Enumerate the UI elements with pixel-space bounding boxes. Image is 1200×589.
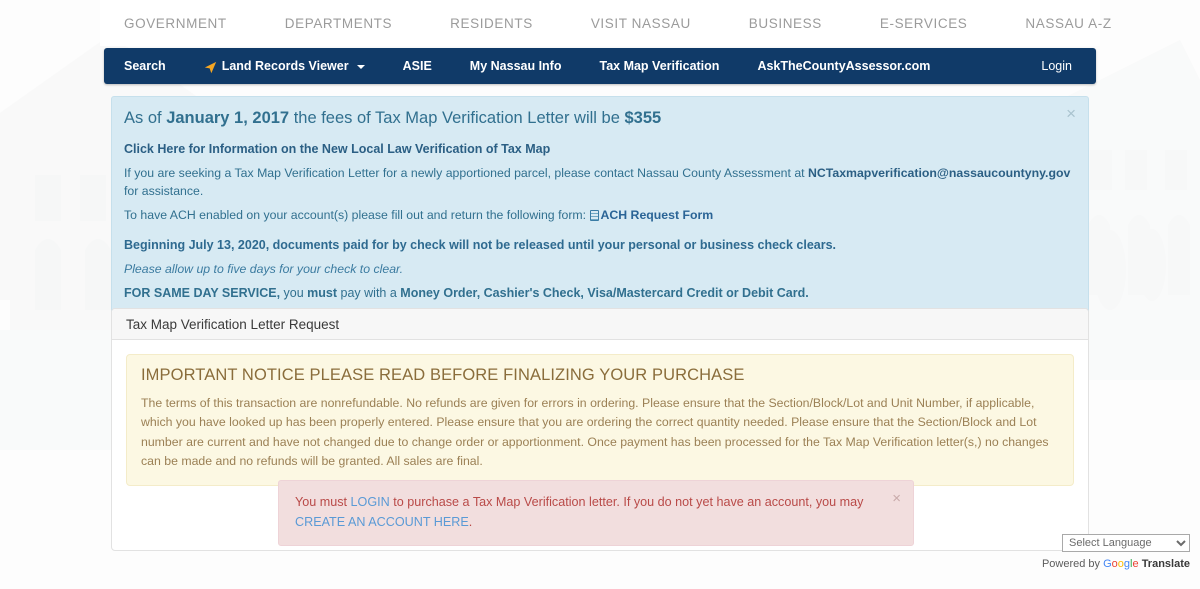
tax-map-verification-panel: Tax Map Verification Letter Request IMPO… [111,308,1089,551]
nav-item-my-nassau-info-label: My Nassau Info [469,59,562,73]
local-law-information-link[interactable]: Click Here for Information on the New Lo… [124,142,550,156]
create-account-link[interactable]: CREATE AN ACCOUNT HERE [295,515,469,529]
nav-item-land-records-viewer[interactable]: Land Records Viewer [198,55,371,77]
fee-effective-date: January 1, 2017 [166,109,290,127]
login-button-label: Login [1041,59,1072,73]
panel-heading: Tax Map Verification Letter Request [112,309,1088,340]
same-day-mid: you [280,286,308,301]
fee-heading: As of January 1, 2017 the fees of Tax Ma… [124,107,1072,131]
nav-item-search[interactable]: Search [118,55,172,77]
ach-enable-text: To have ACH enabled on your account(s) p… [124,207,1072,225]
nav-item-my-nassau-info[interactable]: My Nassau Info [464,55,568,77]
fee-information-alert: × As of January 1, 2017 the fees of Tax … [111,96,1089,318]
top-utility-nav: GOVERNMENT DEPARTMENTS RESIDENTS VISIT N… [100,0,1111,46]
same-day-service-notice: FOR SAME DAY SERVICE, you must pay with … [124,284,1072,302]
language-select[interactable]: Select Language [1062,534,1190,552]
assessment-email: NCTaxmapverification@nassaucountyny.gov [808,165,1071,180]
fee-heading-mid: the fees of Tax Map Verification Letter … [289,109,625,127]
top-nav-item-e-services[interactable]: E-SERVICES [880,16,968,31]
nav-item-asie[interactable]: ASIE [397,55,438,77]
top-nav-item-departments[interactable]: DEPARTMENTS [285,16,392,31]
same-day-mid2: pay with a [337,286,401,301]
check-clearing-italic-note: Please allow up to five days for your ch… [124,261,404,276]
same-day-must: must [307,286,338,301]
fee-amount: $355 [624,109,662,127]
nav-item-search-label: Search [124,59,166,73]
nav-item-asie-label: ASIE [402,59,432,73]
google-letter-g: G [1103,558,1112,570]
login-required-prefix: You must [295,495,351,509]
google-logo: Google [1103,558,1139,570]
close-icon[interactable]: × [892,491,901,506]
nav-item-tax-map-verification-label: Tax Map Verification [599,59,720,73]
top-nav-item-nassau-a-z[interactable]: NASSAU A-Z [1025,16,1111,31]
nav-item-ask-the-county-assessor[interactable]: AskTheCountyAssessor.com [751,55,936,77]
same-day-label: FOR SAME DAY SERVICE, [124,286,281,301]
nav-item-ask-the-county-assessor-label: AskTheCountyAssessor.com [757,59,931,73]
panel-body: IMPORTANT NOTICE PLEASE READ BEFORE FINA… [112,340,1088,550]
page-root: GOVERNMENT DEPARTMENTS RESIDENTS VISIT N… [0,0,1200,589]
check-clearing-notice: Beginning July 13, 2020, documents paid … [124,238,837,253]
login-link[interactable]: LOGIN [351,495,390,509]
important-notice-alert: IMPORTANT NOTICE PLEASE READ BEFORE FINA… [126,354,1074,486]
google-translate-widget: Select Language Powered by Google Transl… [1042,533,1190,570]
main-navigation-bar: Search Land Records Viewer ASIE My Nassa… [104,48,1096,84]
login-required-suffix: . [468,514,473,529]
same-day-payment-methods: Money Order, Cashier's Check, Visa/Maste… [400,286,809,301]
google-letter-e: e [1132,558,1139,570]
login-button[interactable]: Login [1035,55,1078,77]
pdf-document-icon [589,209,599,221]
nav-item-tax-map-verification[interactable]: Tax Map Verification [593,55,725,77]
close-icon[interactable]: × [1066,105,1076,122]
apportioned-parcel-text: If you are seeking a Tax Map Verificatio… [124,165,1072,201]
top-nav-item-residents[interactable]: RESIDENTS [450,16,533,31]
apportioned-suffix: for assistance. [124,183,204,198]
login-required-middle: to purchase a Tax Map Verification lette… [389,495,864,509]
ach-prefix: To have ACH enabled on your account(s) p… [124,207,590,222]
navigation-arrow-icon [204,61,217,74]
important-notice-body: The terms of this transaction are nonref… [141,396,1049,469]
top-nav-item-government[interactable]: GOVERNMENT [124,16,227,31]
top-nav-item-visit-nassau[interactable]: VISIT NASSAU [591,16,691,31]
nav-item-land-records-viewer-label: Land Records Viewer [221,59,349,73]
powered-by-label: Powered by [1041,558,1101,570]
top-nav-item-business[interactable]: BUSINESS [749,16,822,31]
page-title: Tax Map Verification Letter Request [126,316,340,332]
powered-by-google-translate: Powered by Google Translate [1042,558,1190,570]
login-required-alert: × You must LOGIN to purchase a Tax Map V… [278,480,914,547]
apportioned-prefix: If you are seeking a Tax Map Verificatio… [124,165,808,180]
ach-request-form-link[interactable]: ACH Request Form [601,208,714,222]
translate-label: Translate [1141,558,1190,570]
fee-heading-prefix: As of [124,109,167,127]
important-notice-title: IMPORTANT NOTICE PLEASE READ BEFORE FINA… [141,366,745,384]
chevron-down-icon [356,65,365,69]
